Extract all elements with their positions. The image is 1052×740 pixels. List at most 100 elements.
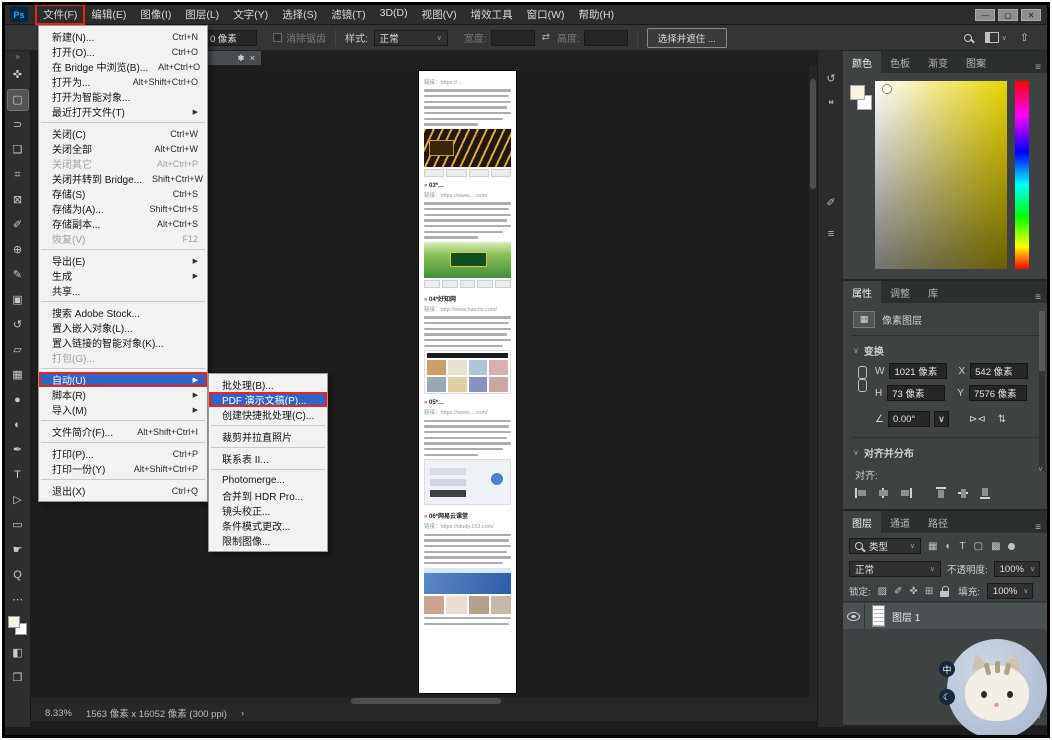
layer-name[interactable]: 图层 1 <box>892 609 920 624</box>
tab-库[interactable]: 库 <box>919 281 947 303</box>
lock-transparent-icon[interactable]: ▨ <box>878 586 887 597</box>
layer-row[interactable]: 图层 1 <box>843 603 1047 629</box>
lock-all-icon[interactable] <box>940 586 949 597</box>
lock-artboard-icon[interactable]: ⊞ <box>925 586 933 597</box>
comment-icon[interactable]: ❝ <box>818 98 844 111</box>
lock-pixels-icon[interactable]: ✐ <box>894 586 902 597</box>
opacity-input[interactable]: 100%∨ <box>994 561 1040 577</box>
menu-item-关闭并转到 Bridge...[interactable]: 关闭并转到 Bridge...Shift+Ctrl+W <box>39 171 207 186</box>
menu-文件(F)[interactable]: 文件(F) <box>36 5 84 24</box>
scroll-down-icon[interactable]: ∨ <box>1038 465 1043 473</box>
transform-width-input[interactable]: 1021 像素 <box>889 363 947 379</box>
menu-图像(I)[interactable]: 图像(I) <box>133 5 178 24</box>
menu-item-关闭(C)[interactable]: 关闭(C)Ctrl+W <box>39 126 207 141</box>
path-selection-tool[interactable]: ▷ <box>8 490 28 510</box>
pen-tool[interactable]: ✒ <box>8 440 28 460</box>
lock-position-icon[interactable]: ✜ <box>909 586 917 597</box>
menu-item-PDF 演示文稿(P)...[interactable]: PDF 演示文稿(P)... <box>209 392 327 407</box>
menu-item-导入(M)[interactable]: 导入(M)▶ <box>39 402 207 417</box>
share-icon[interactable]: ⇧ <box>1020 31 1029 44</box>
screen-mode-button[interactable]: ❐ <box>8 668 28 688</box>
flip-vertical-icon[interactable]: ⇅ <box>998 414 1006 425</box>
menu-item-最近打开文件(T)[interactable]: 最近打开文件(T)▶ <box>39 104 207 119</box>
tab-调整[interactable]: 调整 <box>881 281 919 303</box>
panel-menu-icon[interactable]: ≡ <box>1035 292 1041 303</box>
frame-tool[interactable]: ⊠ <box>8 190 28 210</box>
language-badge[interactable]: 中 <box>939 661 955 677</box>
tab-渐变[interactable]: 渐变 <box>919 51 957 73</box>
menu-item-置入嵌入对象(L)...[interactable]: 置入嵌入对象(L)... <box>39 320 207 335</box>
scrollbar-thumb[interactable] <box>351 698 501 704</box>
workspace-switcher[interactable]: ∨ <box>985 32 1007 43</box>
menu-编辑(E)[interactable]: 编辑(E) <box>84 5 133 24</box>
menu-item-条件模式更改...[interactable]: 条件模式更改... <box>209 518 327 533</box>
quick-mask-button[interactable]: ◧ <box>8 643 28 663</box>
menu-item-存储为(A)...[interactable]: 存储为(A)...Shift+Ctrl+S <box>39 201 207 216</box>
collapse-tools-icon[interactable]: » <box>15 51 19 62</box>
more-tools[interactable]: ⋯ <box>8 590 28 610</box>
close-tab-icon[interactable]: × <box>250 53 255 63</box>
menu-item-打开(O)...[interactable]: 打开(O)...Ctrl+O <box>39 44 207 59</box>
menu-增效工具[interactable]: 增效工具 <box>464 5 520 24</box>
menu-item-Photomerge...[interactable]: Photomerge... <box>209 473 327 488</box>
swap-dimensions-icon[interactable]: ⇄ <box>542 32 550 43</box>
menu-item-打开为...[interactable]: 打开为...Alt+Shift+Ctrl+O <box>39 74 207 89</box>
tab-通道[interactable]: 通道 <box>881 511 919 533</box>
menu-item-镜头校正...[interactable]: 镜头校正... <box>209 503 327 518</box>
panel-menu-icon[interactable]: ≡ <box>1035 62 1041 73</box>
tab-颜色[interactable]: 颜色 <box>843 51 881 73</box>
menu-item-新建(N)...[interactable]: 新建(N)...Ctrl+N <box>39 29 207 44</box>
menu-item-合并到 HDR Pro...[interactable]: 合并到 HDR Pro... <box>209 488 327 503</box>
panel-scrollbar[interactable] <box>1039 311 1045 471</box>
filter-toggle-icon[interactable] <box>1008 543 1015 550</box>
feather-input[interactable] <box>205 30 257 46</box>
align-center-v-icon[interactable] <box>957 487 970 499</box>
dodge-tool[interactable]: ◐ <box>8 415 28 435</box>
maximize-button[interactable]: ▢ <box>998 9 1018 21</box>
menu-item-关闭全部[interactable]: 关闭全部Alt+Ctrl+W <box>39 141 207 156</box>
menu-item-生成[interactable]: 生成▶ <box>39 268 207 283</box>
color-marker-icon[interactable] <box>883 85 891 93</box>
fill-input[interactable]: 100%∨ <box>987 583 1033 599</box>
clone-stamp-tool[interactable]: ▣ <box>8 290 28 310</box>
blend-mode-select[interactable]: 正常∨ <box>849 561 941 577</box>
menu-item-自动(U)[interactable]: 自动(U)▶ <box>39 372 207 387</box>
align-center-h-icon[interactable] <box>877 487 890 499</box>
menu-item-脚本(R)[interactable]: 脚本(R)▶ <box>39 387 207 402</box>
select-and-mask-button[interactable]: 选择并遮住 ... <box>647 28 727 48</box>
tab-属性[interactable]: 属性 <box>843 281 881 303</box>
menu-item-退出(X)[interactable]: 退出(X)Ctrl+Q <box>39 483 207 498</box>
blur-tool[interactable]: ● <box>8 390 28 410</box>
tool-preset-icon[interactable]: ✐ <box>818 196 844 209</box>
rectangular-marquee-tool[interactable]: ▢ <box>8 90 28 110</box>
canvas-horizontal-scrollbar[interactable] <box>31 697 817 705</box>
collapse-section-icon[interactable]: ∨ <box>853 346 859 355</box>
color-field[interactable] <box>875 81 1007 269</box>
menu-item-存储副本...[interactable]: 存储副本...Alt+Ctrl+S <box>39 216 207 231</box>
layer-filter-select[interactable]: 类型 ∨ <box>849 538 921 554</box>
menu-滤镜(T)[interactable]: 滤镜(T) <box>324 5 372 24</box>
filter-smart-object-icon[interactable]: ▩ <box>991 541 1000 552</box>
filter-shape-icon[interactable]: ▢ <box>974 541 983 552</box>
type-tool[interactable]: T <box>8 465 28 485</box>
lasso-tool[interactable]: ⊃ <box>8 115 28 135</box>
eraser-tool[interactable]: ▱ <box>8 340 28 360</box>
search-icon[interactable] <box>964 34 972 42</box>
menu-item-裁剪并拉直照片[interactable]: 裁剪并拉直照片 <box>209 429 327 444</box>
menu-图层(L)[interactable]: 图层(L) <box>178 5 226 24</box>
object-selection-tool[interactable]: ❏ <box>8 140 28 160</box>
tab-图案[interactable]: 图案 <box>957 51 995 73</box>
shape-tool[interactable]: ▭ <box>8 515 28 535</box>
gradient-tool[interactable]: ▦ <box>8 365 28 385</box>
menu-文字(Y)[interactable]: 文字(Y) <box>226 5 275 24</box>
menu-帮助(H)[interactable]: 帮助(H) <box>572 5 622 24</box>
height-input[interactable] <box>584 30 628 46</box>
transform-x-input[interactable]: 542 像素 <box>970 363 1028 379</box>
foreground-color-swatch[interactable] <box>8 616 20 628</box>
filter-pixel-icon[interactable]: ▦ <box>928 541 937 552</box>
chevron-down-icon[interactable]: ∨ <box>934 411 949 427</box>
menu-item-存储(S)[interactable]: 存储(S)Ctrl+S <box>39 186 207 201</box>
document-canvas[interactable]: 链接：https://…» 03*…链接：https://www.…com/» … <box>419 71 516 693</box>
color-swatches[interactable] <box>7 615 29 637</box>
anti-alias-checkbox[interactable] <box>273 33 282 42</box>
